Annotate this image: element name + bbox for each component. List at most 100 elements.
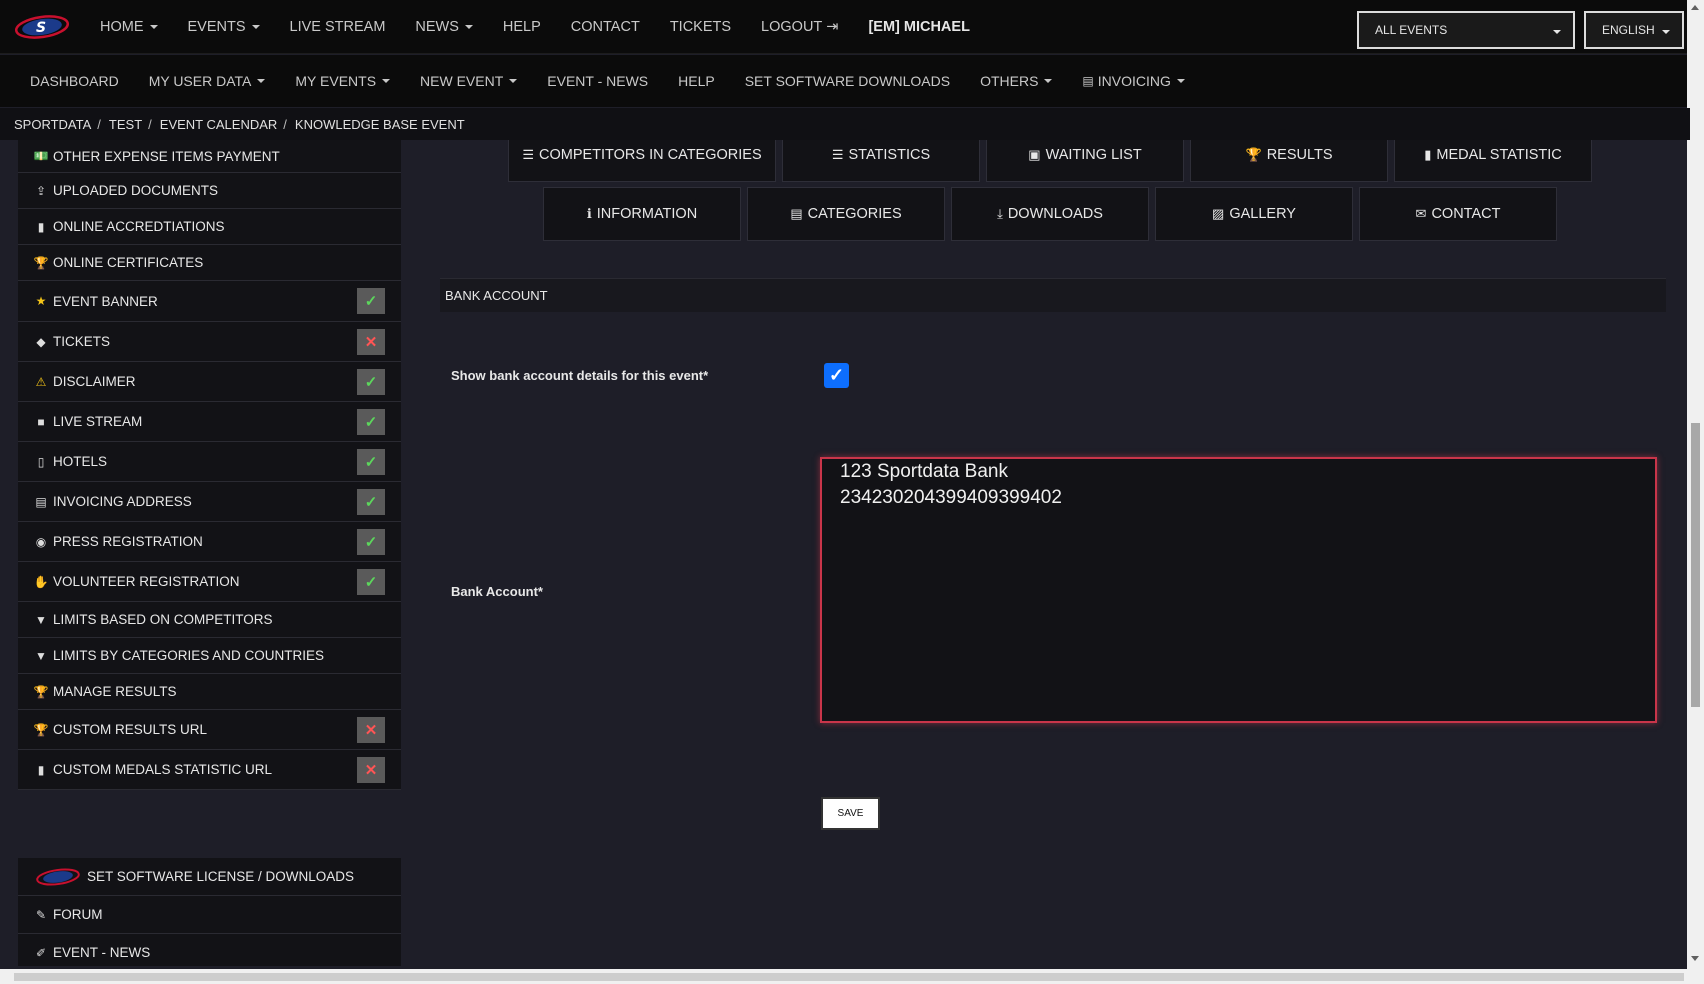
sidebar-item-press-registration[interactable]: ◉ PRESS REGISTRATION ✓ <box>18 522 401 562</box>
caret-down-icon <box>382 79 391 83</box>
topnav-tickets[interactable]: TICKETS <box>670 19 731 35</box>
subnav-my-events[interactable]: MY EVENTS <box>295 73 391 89</box>
sidebar-item-forum[interactable]: ✎ FORUM <box>18 896 401 934</box>
sidebar-item-set-software-license-downloads[interactable]: SET SOFTWARE LICENSE / DOWNLOADS <box>18 858 401 896</box>
tab-contact[interactable]: ✉ CONTACT <box>1359 187 1557 241</box>
horizontal-scroll-thumb[interactable] <box>14 973 1684 981</box>
caret-down-icon <box>1176 79 1185 83</box>
news-icon: ✐ <box>35 945 47 960</box>
trophy-icon: 🏆 <box>1245 147 1262 162</box>
bank-account-label: Bank Account* <box>451 584 543 599</box>
sidebar-item-label: EVENT - NEWS <box>53 945 151 960</box>
sidebar-item-limits-by-categories-and-countries[interactable]: ▼ LIMITS BY CATEGORIES AND COUNTRIES <box>18 638 401 674</box>
tab-information[interactable]: ℹ INFORMATION <box>543 187 741 241</box>
vertical-scroll-thumb[interactable] <box>1691 423 1700 707</box>
chevron-down-icon <box>1553 30 1561 34</box>
subnav-label: SET SOFTWARE DOWNLOADS <box>744 73 951 89</box>
sidebar-item-label: HOTELS <box>53 454 108 469</box>
subnav-help[interactable]: HELP <box>678 73 715 89</box>
language-select[interactable]: ENGLISH <box>1584 11 1684 49</box>
sidebar-item-label: MANAGE RESULTS <box>53 684 177 699</box>
caret-down-icon <box>149 24 158 29</box>
sidebar-item-volunteer-registration[interactable]: ✋ VOLUNTEER REGISTRATION ✓ <box>18 562 401 602</box>
tab-label: CATEGORIES <box>807 206 902 222</box>
topnav-help[interactable]: HELP <box>503 19 541 35</box>
subnav-label: EVENT - NEWS <box>547 73 649 89</box>
image-icon: ▨ <box>1212 206 1225 221</box>
breadcrumb-separator: / <box>148 116 152 132</box>
show-bank-details-checkbox[interactable]: ✓ <box>824 363 849 388</box>
sidebar-item-label: DISCLAIMER <box>53 374 136 389</box>
clipboard-icon: ▣ <box>1028 147 1041 162</box>
video-icon: ■ <box>37 414 45 429</box>
bank-account-line-2: 234230204399409399402 <box>840 487 1062 508</box>
vertical-scrollbar[interactable] <box>1687 0 1704 969</box>
topnav-label: LIVE STREAM <box>289 18 386 35</box>
subnav-my-user-data[interactable]: MY USER DATA <box>149 73 266 89</box>
sidebar-item-event-banner[interactable]: ★ EVENT BANNER ✓ <box>18 281 401 322</box>
tab-categories[interactable]: ▤ CATEGORIES <box>747 187 945 241</box>
topnav-home[interactable]: HOME <box>100 19 158 35</box>
sidebar-item-label: LIVE STREAM <box>53 414 143 429</box>
sidebar-item-label: OTHER EXPENSE ITEMS PAYMENT <box>53 148 280 164</box>
tab-downloads[interactable]: ⤓ DOWNLOADS <box>951 187 1149 241</box>
horizontal-scrollbar[interactable] <box>0 969 1704 984</box>
event-select[interactable]: ALL EVENTS <box>1357 11 1575 49</box>
scroll-down-icon[interactable] <box>1691 956 1699 961</box>
bank-account-textarea[interactable]: 123 Sportdata Bank 234230204399409399402 <box>820 457 1657 723</box>
subnav-dashboard[interactable]: DASHBOARD <box>30 73 119 89</box>
sidebar-bottom-menu: SET SOFTWARE LICENSE / DOWNLOADS ✎ FORUM ✐ E… <box>18 858 401 966</box>
topnav-live-stream[interactable]: LIVE STREAM <box>290 19 386 35</box>
subnav-new-event[interactable]: NEW EVENT <box>420 73 518 89</box>
status-ok-icon: ✓ <box>357 368 385 395</box>
subnav-set-software-downloads[interactable]: SET SOFTWARE DOWNLOADS <box>745 73 950 89</box>
event-tabs-row-2: ℹ INFORMATION ▤ CATEGORIES ⤓ DOWNLOADS ▨ GALLER… <box>543 187 1563 241</box>
sidebar-item-live-stream[interactable]: ■ LIVE STREAM ✓ <box>18 402 401 442</box>
filter-icon: ▼ <box>35 612 47 627</box>
breadcrumb-item[interactable]: TEST <box>109 117 142 132</box>
topnav-events[interactable]: EVENTS <box>188 19 260 35</box>
tab-label: CONTACT <box>1431 206 1501 222</box>
sidebar-item-other-expense-items-payment[interactable]: 💵 OTHER EXPENSE ITEMS PAYMENT <box>18 140 401 173</box>
sidebar-item-label: INVOICING ADDRESS <box>53 494 192 509</box>
sidebar-item-label: EVENT BANNER <box>53 293 158 309</box>
sidebar-item-custom-results-url[interactable]: 🏆 CUSTOM RESULTS URL ✕ <box>18 710 401 750</box>
tab-label: INFORMATION <box>596 206 698 222</box>
sidebar-item-limits-based-on-competitors[interactable]: ▼ LIMITS BASED ON COMPETITORS <box>18 602 401 638</box>
subnav-event-news[interactable]: EVENT - NEWS <box>547 73 648 89</box>
tab-gallery[interactable]: ▨ GALLERY <box>1155 187 1353 241</box>
sportdata-logo-icon[interactable]: S <box>14 13 70 41</box>
sidebar-item-custom-medals-statistic-url[interactable]: ▮ CUSTOM MEDALS STATISTIC URL ✕ <box>18 750 401 790</box>
sidebar-item-hotels[interactable]: ▯ HOTELS ✓ <box>18 442 401 482</box>
sidebar-item-online-accredtiations[interactable]: ▮ ONLINE ACCREDTIATIONS <box>18 209 401 245</box>
list-icon: ☰ <box>831 147 844 162</box>
download-icon: ⤓ <box>997 206 1003 221</box>
subnav-others[interactable]: OTHERS <box>980 73 1053 89</box>
sidebar-event-menu: 💵 OTHER EXPENSE ITEMS PAYMENT ⇪ UPLOADED DO… <box>18 140 401 790</box>
tab-label: RESULTS <box>1266 147 1333 163</box>
topnav-contact[interactable]: CONTACT <box>571 19 640 35</box>
sidebar-item-label: PRESS REGISTRATION <box>53 534 203 549</box>
subnav-invoicing[interactable]: ▤ INVOICING <box>1082 73 1185 89</box>
user-menu[interactable]: [EM] MICHAEL <box>868 19 970 35</box>
topnav-news[interactable]: NEWS <box>415 19 473 35</box>
sidebar-item-online-certificates[interactable]: 🏆 ONLINE CERTIFICATES <box>18 245 401 281</box>
scroll-up-icon[interactable] <box>1691 5 1699 10</box>
caret-down-icon <box>509 79 518 83</box>
sidebar-item-disclaimer[interactable]: ⚠ DISCLAIMER ✓ <box>18 362 401 402</box>
breadcrumb-item[interactable]: EVENT CALENDAR <box>160 117 278 132</box>
breadcrumb-item[interactable]: SPORTDATA <box>14 117 91 132</box>
breadcrumb-item[interactable]: KNOWLEDGE BASE EVENT <box>295 117 465 132</box>
sidebar-item-label: FORUM <box>53 907 103 922</box>
sidebar-item-uploaded-documents[interactable]: ⇪ UPLOADED DOCUMENTS <box>18 173 401 209</box>
sidebar-item-tickets[interactable]: ◆ TICKETS ✕ <box>18 322 401 362</box>
status-ok-icon: ✓ <box>357 288 385 314</box>
sidebar-item-invoicing-address[interactable]: ▤ INVOICING ADDRESS ✓ <box>18 482 401 522</box>
topnav-logout[interactable]: LOGOUT ⇥ <box>761 19 838 35</box>
sidebar-item-event-news[interactable]: ✐ EVENT - NEWS <box>18 934 401 966</box>
save-button[interactable]: SAVE <box>821 797 880 830</box>
topnav-label: HELP <box>502 18 541 35</box>
sidebar-item-manage-results[interactable]: 🏆 MANAGE RESULTS <box>18 674 401 710</box>
status-ok-icon: ✓ <box>357 528 385 555</box>
breadcrumb: SPORTDATA / TEST / EVENT CALENDAR / KNOWLEDGE … <box>0 108 1690 140</box>
